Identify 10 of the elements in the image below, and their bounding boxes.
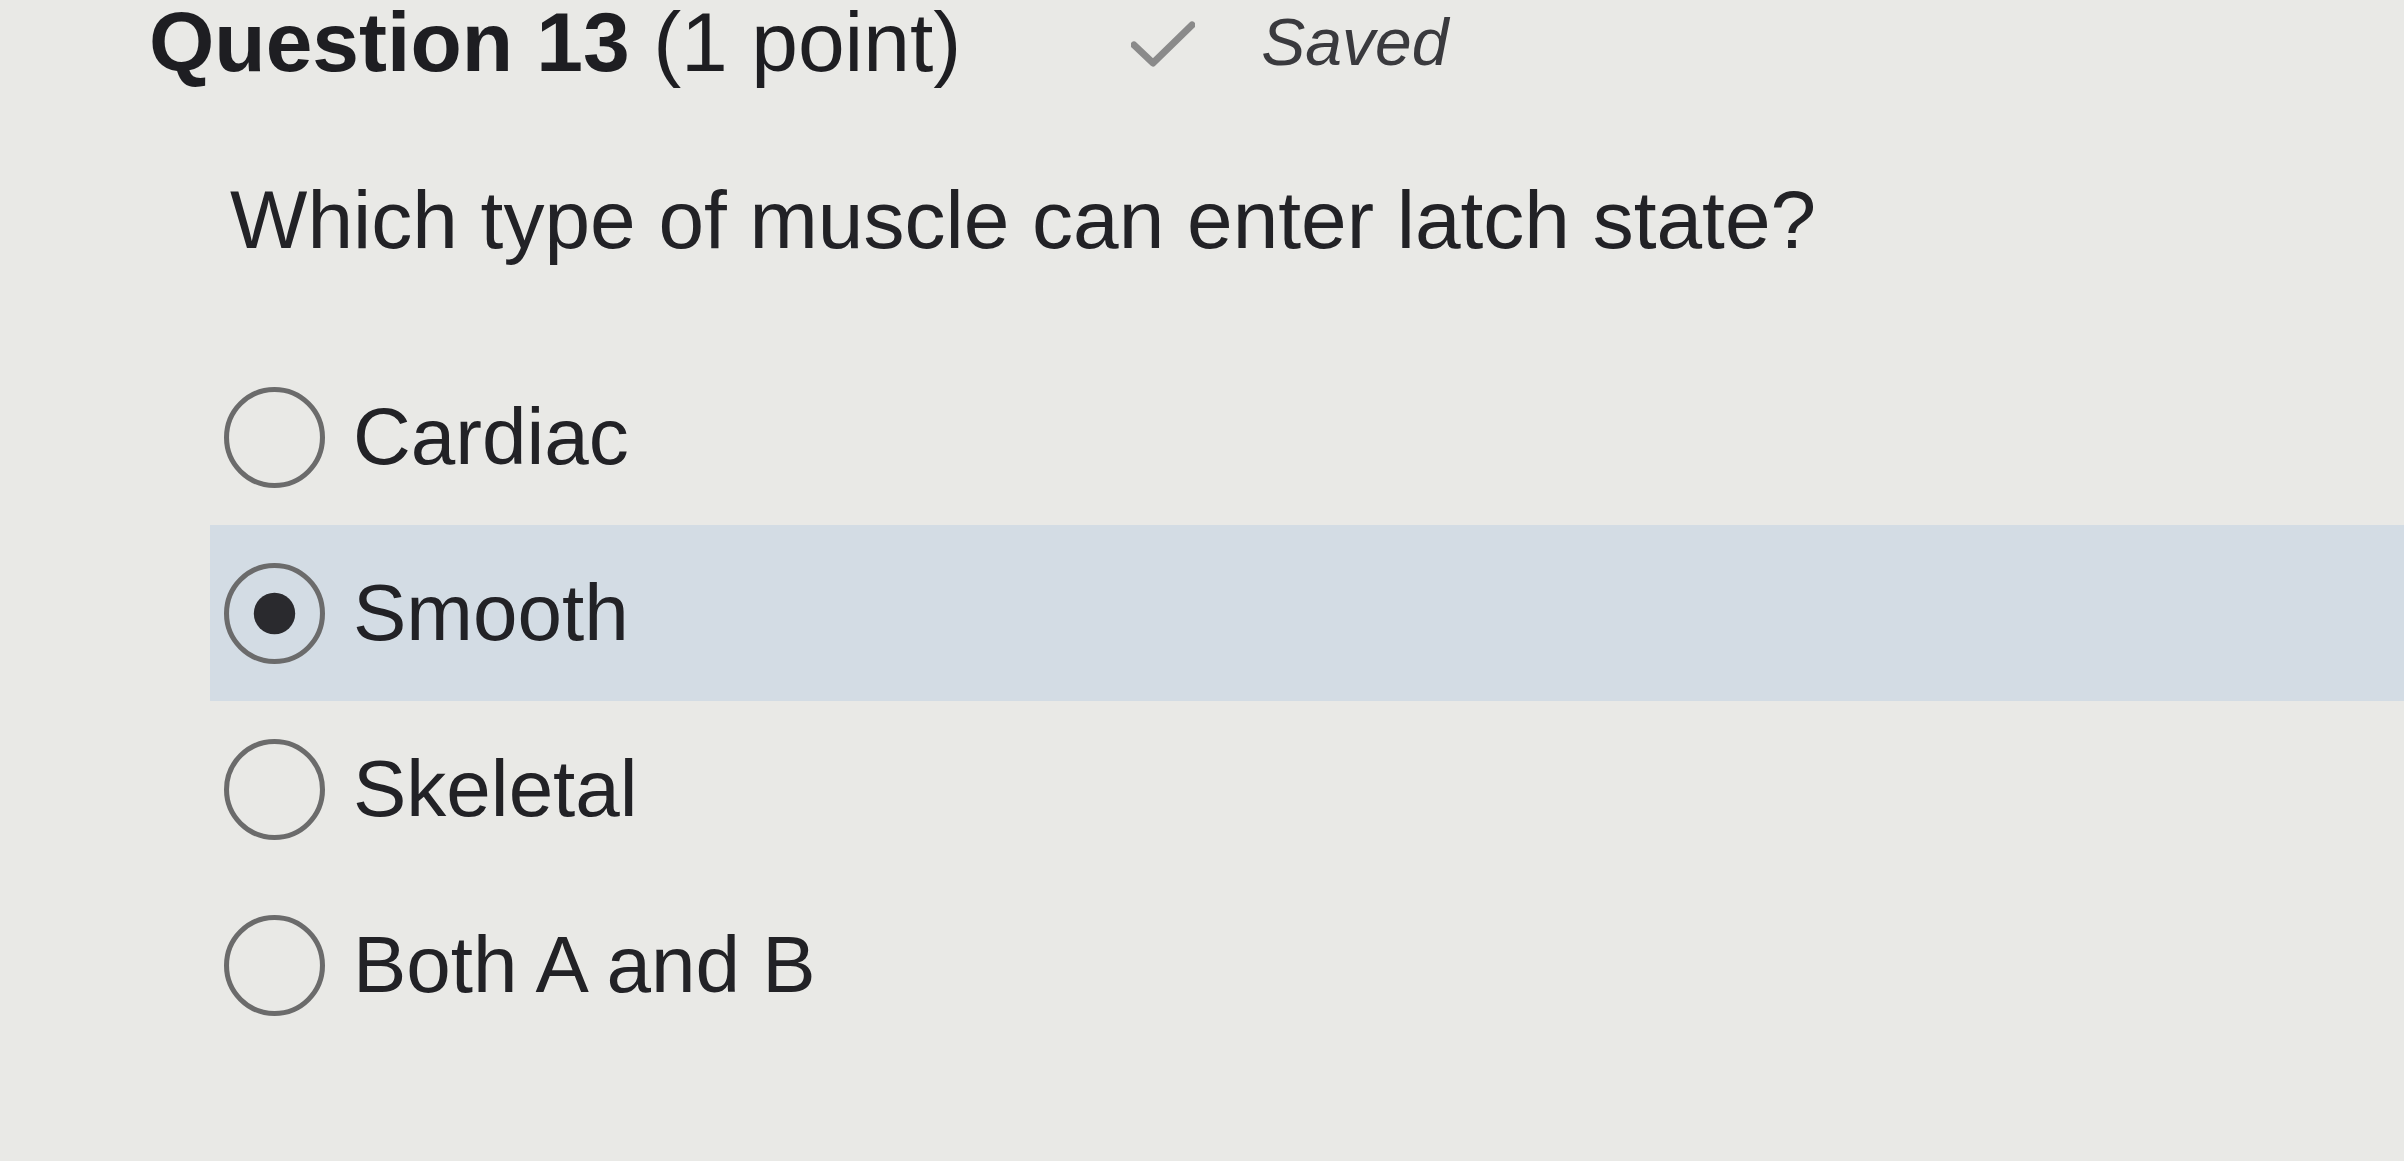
option-label[interactable]: Skeletal	[353, 749, 638, 829]
radio-button[interactable]	[224, 738, 325, 840]
checkmark-icon	[1131, 21, 1196, 67]
option-label[interactable]: Both A and B	[353, 925, 816, 1005]
option-label[interactable]: Smooth	[353, 573, 629, 653]
radio-button[interactable]	[224, 914, 325, 1016]
radio-button[interactable]	[224, 386, 325, 488]
option-label[interactable]: Cardiac	[353, 397, 629, 477]
saved-status: Saved	[1261, 9, 1449, 75]
radio-button[interactable]	[224, 562, 325, 664]
